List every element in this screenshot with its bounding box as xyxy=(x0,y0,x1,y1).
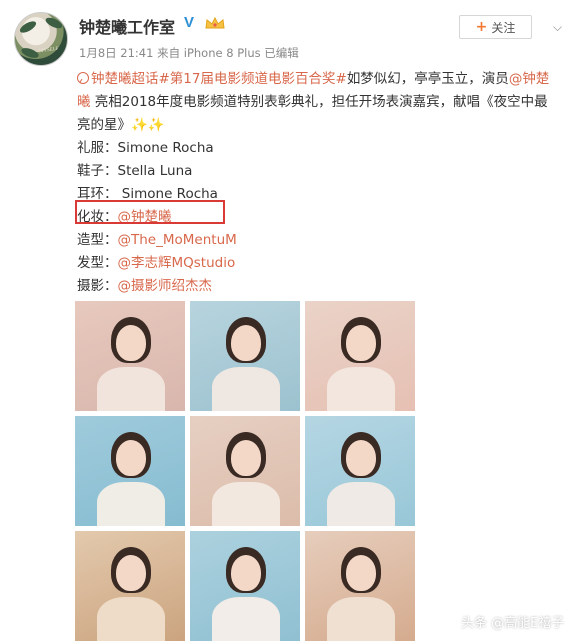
mention-link[interactable]: @The_MoMentuM xyxy=(118,232,237,248)
follow-label: 关注 xyxy=(491,20,516,35)
watermark: 头条 @高能E禧子 xyxy=(461,612,564,631)
photo-dress xyxy=(212,482,280,526)
verified-icon: V xyxy=(184,14,195,31)
photo-dress xyxy=(212,597,280,641)
post-line: 钟楚曦超话#第17届电影频道电影百合奖#如梦似幻，亭亭玉立，演员@钟楚 xyxy=(77,68,577,91)
follow-button[interactable]: + 关注 xyxy=(459,15,532,39)
photo-face xyxy=(116,440,146,476)
mention-link[interactable]: 曦 xyxy=(77,94,91,110)
mention-link[interactable]: @摄影师绍杰杰 xyxy=(118,278,213,294)
mention-link[interactable]: @钟楚 xyxy=(509,71,550,87)
credit-line: 发型：@李志辉MQstudio xyxy=(77,255,236,271)
account-name[interactable]: 钟楚曦工作室 xyxy=(79,14,175,38)
photo-dress xyxy=(327,482,395,526)
post-line: 曦 亮相2018年度电影频道特别表彰典礼，担任开场表演嘉宾，献唱《夜空中最 xyxy=(77,91,577,114)
crown-icon xyxy=(205,16,225,29)
credit-line: 摄影：@摄影师绍杰杰 xyxy=(77,278,213,294)
post-line: 亮的星》✨✨ xyxy=(77,114,577,137)
highlight-box xyxy=(75,200,225,224)
credit-line: 造型：@The_MoMentuM xyxy=(77,232,237,248)
photo-face xyxy=(116,555,146,591)
leaf-decoration xyxy=(18,19,38,35)
credit-line: 礼服：Simone Rocha xyxy=(77,140,214,156)
photo-thumbnail[interactable] xyxy=(305,531,415,641)
photo-thumbnail[interactable] xyxy=(305,301,415,411)
leaf-decoration xyxy=(44,15,64,31)
photo-face xyxy=(116,325,146,361)
photo-face xyxy=(231,325,261,361)
photo-face xyxy=(346,555,376,591)
avatar[interactable]: MYSELF xyxy=(14,12,68,66)
photo-thumbnail[interactable] xyxy=(190,531,300,641)
post-time[interactable]: 1月8日 21:41 xyxy=(79,46,153,60)
chevron-down-icon[interactable]: ⌵ xyxy=(553,20,562,35)
post-source[interactable]: 来自 iPhone 8 Plus xyxy=(157,46,261,60)
leaf-decoration xyxy=(20,46,40,60)
avatar-text: MYSELF xyxy=(39,46,60,55)
photo-thumbnail[interactable] xyxy=(75,301,185,411)
photo-dress xyxy=(97,367,165,411)
post-text: 亮的星》✨✨ xyxy=(77,117,165,133)
photo-thumbnail[interactable] xyxy=(190,301,300,411)
photo-dress xyxy=(212,367,280,411)
photo-thumbnail[interactable] xyxy=(305,416,415,526)
photo-thumbnail[interactable] xyxy=(75,416,185,526)
photo-face xyxy=(231,440,261,476)
photo-thumbnail[interactable] xyxy=(75,531,185,641)
photo-face xyxy=(346,440,376,476)
photo-dress xyxy=(97,597,165,641)
plus-icon: + xyxy=(475,19,488,35)
photo-dress xyxy=(97,482,165,526)
hashtag-link[interactable]: #第17届电影频道电影百合奖# xyxy=(159,71,347,87)
edited-label[interactable]: 已编辑 xyxy=(264,46,299,60)
photo-face xyxy=(346,325,376,361)
photo-face xyxy=(231,555,261,591)
topic-link[interactable]: 钟楚曦超话 xyxy=(77,71,159,87)
photo-thumbnail[interactable] xyxy=(190,416,300,526)
super-topic-icon xyxy=(77,72,89,84)
photo-dress xyxy=(327,367,395,411)
mention-link[interactable]: @李志辉MQstudio xyxy=(118,255,236,271)
post-meta: 1月8日 21:41 来自 iPhone 8 Plus 已编辑 xyxy=(79,45,299,61)
post-body: 钟楚曦超话#第17届电影频道电影百合奖#如梦似幻，亭亭玉立，演员@钟楚 曦 亮相… xyxy=(77,68,577,298)
post-text: 如梦似幻，亭亭玉立，演员 xyxy=(346,71,509,87)
watermark-platform: 头条 xyxy=(461,616,488,631)
watermark-account: @高能E禧子 xyxy=(491,616,565,631)
credit-line: 鞋子：Stella Luna xyxy=(77,163,193,179)
post-text: 亮相2018年度电影频道特别表彰典礼，担任开场表演嘉宾，献唱《夜空中最 xyxy=(90,94,548,110)
photo-dress xyxy=(327,597,395,641)
